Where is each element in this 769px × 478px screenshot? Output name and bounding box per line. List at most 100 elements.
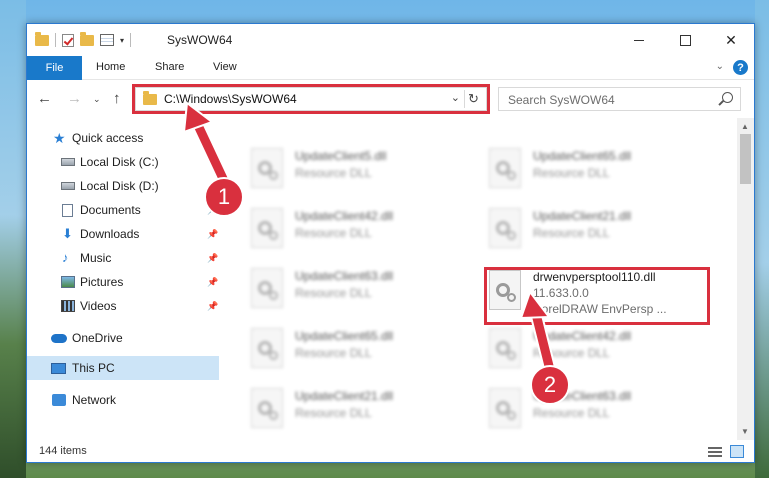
callout-1: 1 (204, 177, 244, 217)
sidebar-item-downloads[interactable]: ⬇ Downloads 📌 (27, 222, 219, 246)
file-name: UpdateClient5.dll (295, 149, 387, 163)
file-tile[interactable]: UpdateClient63.dll Resource DLL (489, 386, 709, 436)
properties-check-icon[interactable] (62, 33, 74, 47)
new-folder-icon[interactable] (80, 31, 94, 46)
tab-view[interactable]: View (213, 61, 237, 73)
file-tile[interactable]: UpdateClient5.dll Resource DLL (251, 146, 471, 196)
tab-file[interactable]: File (27, 56, 82, 80)
computer-icon (51, 362, 66, 374)
dll-file-icon (251, 148, 283, 188)
dll-file-icon (251, 268, 283, 308)
disk-icon (61, 158, 75, 166)
sidebar-item-music[interactable]: ♪ Music 📌 (27, 246, 219, 270)
file-list: UpdateClient5.dll Resource DLL UpdateCli… (219, 118, 737, 440)
sidebar-item-label: Music (80, 251, 112, 265)
disk-icon (61, 182, 75, 190)
status-bar: 144 items (27, 440, 754, 462)
ribbon-tabs: File Home Share View ⌄ ? (27, 56, 754, 80)
navigation-bar: ← → ⌄ ↑ C:\Windows\SysWOW64 ⌄ ↻ Search S… (27, 80, 754, 118)
sidebar-item-quick-access[interactable]: ★ Quick access (27, 126, 219, 150)
close-button[interactable]: ✕ (708, 24, 754, 56)
sidebar-item-label: Videos (80, 299, 117, 313)
sidebar-item-documents[interactable]: Documents 📌 (27, 198, 219, 222)
file-tile[interactable]: UpdateClient65.dll Resource DLL (489, 146, 709, 196)
sidebar-item-label: Quick access (72, 131, 144, 145)
expand-ribbon-icon[interactable]: ⌄ (716, 61, 724, 72)
chevron-down-icon[interactable]: ▾ (120, 36, 124, 45)
pin-icon[interactable]: 📌 (207, 253, 218, 264)
file-type: Resource DLL (533, 346, 610, 360)
file-tile[interactable]: UpdateClient21.dll Resource DLL (251, 386, 471, 436)
toolbar-divider (55, 33, 56, 47)
file-type: Resource DLL (295, 346, 372, 360)
star-icon: ★ (53, 130, 66, 146)
sidebar-item-label: This PC (72, 361, 115, 375)
sidebar-item-pictures[interactable]: Pictures 📌 (27, 270, 219, 294)
file-name: UpdateClient63.dll (295, 269, 394, 283)
maximize-button[interactable] (662, 24, 708, 56)
file-name: UpdateClient21.dll (533, 209, 632, 223)
sidebar-item-local-disk-c[interactable]: Local Disk (C:) (27, 150, 219, 174)
search-input[interactable]: Search SysWOW64 (498, 87, 741, 111)
search-icon[interactable] (722, 92, 733, 103)
file-name: UpdateClient42.dll (533, 329, 632, 343)
dll-file-icon (251, 388, 283, 428)
callout-2: 2 (530, 365, 570, 405)
file-type: Resource DLL (295, 226, 372, 240)
dll-file-icon (489, 148, 521, 188)
file-name: UpdateClient21.dll (295, 389, 394, 403)
dll-file-icon (489, 328, 521, 368)
pin-icon[interactable]: 📌 (207, 301, 218, 312)
file-highlight (484, 267, 710, 325)
recent-locations-chevron-icon[interactable]: ⌄ (93, 94, 101, 105)
file-explorer-window: ▾ SysWOW64 ✕ File Home Share View ⌄ ? ← … (26, 23, 755, 463)
file-tile[interactable]: UpdateClient42.dll Resource DLL (251, 206, 471, 256)
pin-icon[interactable]: 📌 (207, 229, 218, 240)
file-type: Resource DLL (295, 286, 372, 300)
file-tile[interactable]: UpdateClient42.dll Resource DLL (489, 326, 709, 376)
sidebar-item-local-disk-d[interactable]: Local Disk (D:) (27, 174, 219, 198)
help-icon[interactable]: ? (733, 60, 748, 75)
back-arrow-icon[interactable]: ← (37, 90, 52, 107)
scrollbar-thumb[interactable] (740, 134, 751, 184)
details-view-icon[interactable] (708, 447, 722, 458)
sidebar-item-onedrive[interactable]: OneDrive (27, 326, 219, 350)
window-controls: ✕ (616, 24, 754, 56)
videos-icon (61, 300, 75, 312)
sidebar-item-this-pc[interactable]: This PC (27, 356, 219, 380)
scroll-up-icon[interactable]: ▲ (741, 122, 749, 131)
file-name: UpdateClient65.dll (295, 329, 394, 343)
network-icon (52, 394, 66, 406)
navigation-pane: ★ Quick access Local Disk (C:) Local Dis… (27, 120, 219, 440)
rename-icon[interactable] (100, 34, 114, 46)
large-icons-view-icon[interactable] (730, 445, 744, 458)
desktop-background-right (755, 0, 769, 478)
file-type: Resource DLL (295, 166, 372, 180)
documents-icon (62, 203, 73, 217)
file-type: Resource DLL (533, 406, 610, 420)
tab-home[interactable]: Home (96, 61, 125, 73)
forward-arrow-icon[interactable]: → (67, 90, 82, 107)
scroll-down-icon[interactable]: ▼ (741, 427, 749, 436)
dll-file-icon (251, 328, 283, 368)
sidebar-item-label: OneDrive (72, 331, 123, 345)
vertical-scrollbar[interactable]: ▲ ▼ (737, 118, 754, 440)
address-bar-highlight (132, 84, 490, 114)
minimize-button[interactable] (616, 24, 662, 56)
tab-share[interactable]: Share (155, 61, 184, 73)
file-tile[interactable]: UpdateClient65.dll Resource DLL (251, 326, 471, 376)
sidebar-item-label: Pictures (80, 275, 124, 289)
sidebar-item-network[interactable]: Network (27, 388, 219, 412)
item-count: 144 items (39, 445, 87, 457)
file-name: UpdateClient42.dll (295, 209, 394, 223)
pictures-icon (61, 276, 75, 288)
file-tile[interactable]: UpdateClient63.dll Resource DLL (251, 266, 471, 316)
up-arrow-icon[interactable]: ↑ (113, 90, 121, 107)
file-tile[interactable]: UpdateClient21.dll Resource DLL (489, 206, 709, 256)
file-type: Resource DLL (533, 166, 610, 180)
desktop-background-left (0, 0, 26, 478)
folder-icon[interactable] (35, 31, 49, 46)
sidebar-item-videos[interactable]: Videos 📌 (27, 294, 219, 318)
download-icon: ⬇ (62, 226, 73, 241)
pin-icon[interactable]: 📌 (207, 277, 218, 288)
